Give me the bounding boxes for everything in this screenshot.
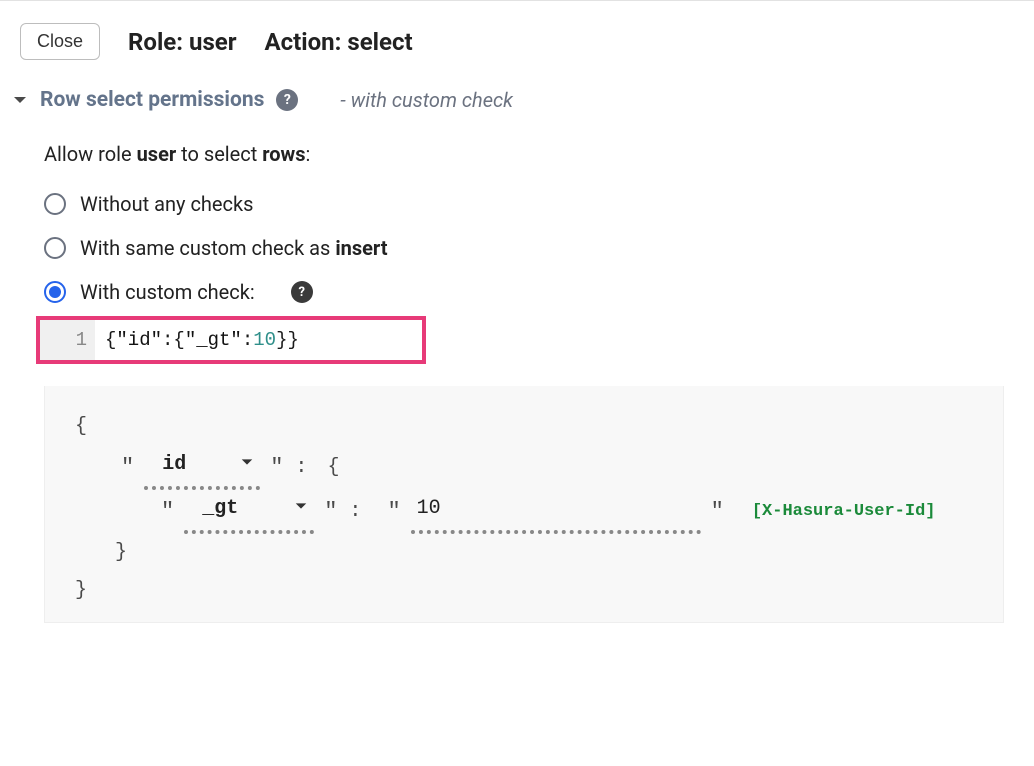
quote: ": [318, 491, 343, 533]
code-punct: :{: [162, 329, 185, 351]
quote: ": [705, 491, 730, 533]
session-variable-hint[interactable]: [X-Hasura-User-Id]: [752, 496, 936, 528]
code-punct: {: [105, 329, 116, 351]
section-subtext: - with custom check: [340, 88, 513, 112]
brace-open: {: [75, 408, 993, 446]
section-header[interactable]: Row select permissions ? - with custom c…: [0, 88, 1034, 142]
json-editor[interactable]: 1 {"id":{"_gt":10}}: [36, 316, 426, 364]
builder-row-operator: " _gt " : " 10 " [X-Hasura-User-Id]: [75, 490, 993, 534]
help-icon[interactable]: ?: [291, 281, 313, 303]
section-title: Row select permissions: [40, 88, 264, 112]
code-number: 10: [253, 329, 276, 351]
allow-mid: to select: [176, 142, 262, 166]
colon: :: [293, 449, 309, 487]
operator-name: _gt: [202, 490, 238, 528]
value-input[interactable]: 10: [411, 490, 701, 534]
quote: ": [367, 491, 406, 533]
code-string: "_gt": [185, 329, 242, 351]
role-label-text: Role:: [128, 28, 183, 56]
code-punct: :: [242, 329, 253, 351]
builder-row-field: " id " : {: [75, 446, 993, 490]
radio-custom-check[interactable]: With custom check: ?: [44, 280, 1034, 304]
line-number: 1: [40, 320, 95, 360]
code-content[interactable]: {"id":{"_gt":10}}: [95, 320, 422, 360]
role-value: user: [189, 28, 237, 56]
radio-icon: [44, 237, 66, 259]
radio-icon-selected: [44, 281, 66, 303]
radio-label-bold: insert: [335, 236, 387, 260]
brace-close: }: [75, 572, 993, 610]
close-button[interactable]: Close: [20, 23, 100, 60]
allow-role: user: [137, 142, 177, 166]
brace-close: }: [75, 534, 993, 572]
code-string: "id": [116, 329, 162, 351]
radio-icon: [44, 193, 66, 215]
help-icon[interactable]: ?: [276, 89, 298, 111]
quote: ": [264, 447, 289, 489]
check-radio-group: Without any checks With same custom chec…: [44, 192, 1034, 304]
allow-prefix: Allow role: [44, 142, 137, 166]
quote: ": [155, 491, 180, 533]
chevron-down-icon: [294, 490, 308, 528]
panel-header: Close Role: user Action: select: [0, 17, 1034, 88]
allow-suffix: :: [306, 142, 311, 166]
operator-dropdown[interactable]: _gt: [184, 490, 314, 534]
brace-open: {: [313, 449, 339, 487]
radio-label: With custom check:: [80, 280, 255, 304]
radio-without-checks[interactable]: Without any checks: [44, 192, 1034, 216]
code-punct: }}: [276, 329, 299, 351]
action-label-text: Action:: [265, 28, 342, 56]
column-dropdown[interactable]: id: [144, 446, 260, 490]
allow-rows: rows: [262, 142, 305, 166]
chevron-down-icon: [240, 446, 254, 484]
allow-description: Allow role user to select rows:: [44, 142, 1034, 166]
chevron-down-icon: [12, 92, 28, 108]
quote: ": [115, 447, 140, 489]
role-label: Role: user: [128, 28, 237, 56]
permission-builder: { " id " : { " _gt ": [44, 386, 1004, 623]
radio-label: Without any checks: [80, 192, 253, 216]
radio-same-as-insert[interactable]: With same custom check as insert: [44, 236, 1034, 260]
action-value: select: [347, 28, 412, 56]
action-label: Action: select: [265, 28, 413, 56]
colon: :: [347, 493, 363, 531]
column-name: id: [162, 446, 186, 484]
radio-label: With same custom check as insert: [80, 236, 388, 260]
radio-label-prefix: With same custom check as: [80, 236, 335, 260]
